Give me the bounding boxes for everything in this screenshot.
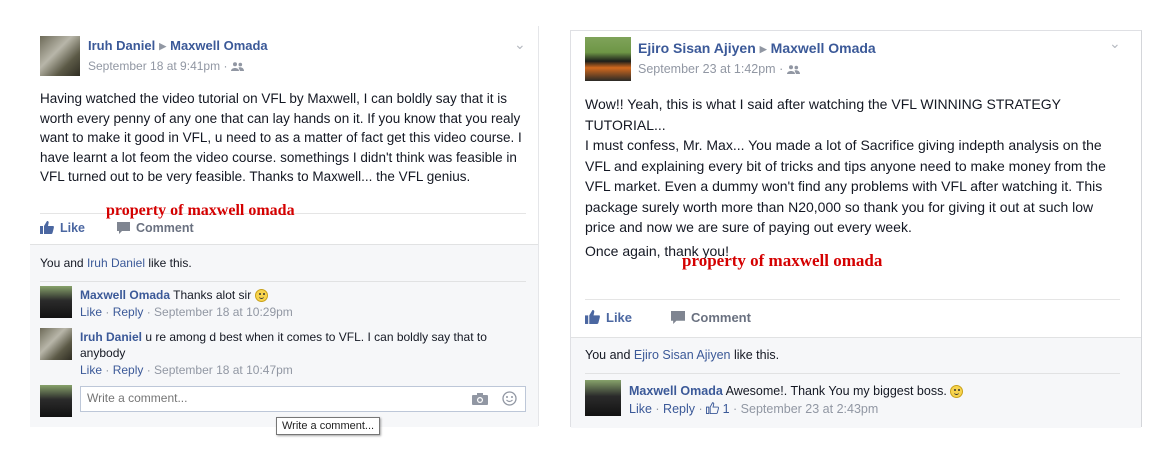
author-avatar[interactable] [40, 36, 80, 76]
divider [40, 281, 526, 282]
arrow-right-icon: ▶ [759, 44, 767, 54]
comment-body: Awesome!. Thank You my biggest boss. [725, 384, 947, 398]
dot-separator: · [223, 59, 231, 73]
comment-text: Iruh Daniel u re among d best when it co… [80, 329, 520, 361]
camera-icon[interactable] [472, 392, 488, 405]
post-body-paragraph: Wow!! Yeah, this is what I said after wa… [585, 96, 1061, 133]
friends-audience-icon[interactable] [230, 62, 244, 71]
likes-suffix: like this. [730, 348, 780, 362]
comment-author-link[interactable]: Maxwell Omada [629, 384, 723, 398]
author-name-link[interactable]: Iruh Daniel [88, 38, 155, 53]
comment-actions: Like · Reply · September 18 at 10:29pm [80, 305, 293, 319]
author-avatar[interactable] [585, 37, 631, 81]
comment-like-link[interactable]: Like [629, 402, 652, 416]
chevron-down-icon[interactable]: ⌄ [514, 36, 526, 53]
comment-like-count[interactable]: 1 [706, 402, 730, 416]
comment-text: Maxwell Omada Awesome!. Thank You my big… [629, 383, 1109, 399]
watermark: property of maxwell omada [106, 202, 295, 219]
likes-prefix: You and [40, 256, 87, 270]
comment-timestamp[interactable]: September 18 at 10:29pm [154, 305, 293, 319]
post-body: Having watched the video tutorial on VFL… [40, 91, 522, 185]
likes-summary: You and Ejiro Sisan Ajiyen like this. [585, 348, 779, 362]
post-card-left: Iruh Daniel ▶ Maxwell Omada September 18 a… [30, 26, 539, 435]
my-avatar [40, 385, 72, 417]
post-body: Wow!! Yeah, this is what I said after wa… [585, 94, 1120, 261]
comment-body: u re among d best when it comes to VFL. … [80, 330, 487, 360]
divider [585, 373, 1120, 374]
like-label: Like [60, 221, 86, 235]
post-card-right: Ejiro Sisan Ajiyen ▶ Maxwell Omada Septemb… [570, 30, 1142, 428]
thumbs-up-outline-icon [706, 402, 720, 414]
likes-suffix: like this. [144, 256, 192, 270]
commenter-avatar[interactable] [585, 380, 621, 416]
comment-reply-link[interactable]: Reply [113, 305, 144, 319]
thumbs-up-icon [585, 310, 600, 324]
liker-name-link[interactable]: Ejiro Sisan Ajiyen [634, 348, 731, 362]
post-header: Ejiro Sisan Ajiyen ▶ Maxwell Omada [638, 40, 876, 56]
comment-input-box [80, 386, 526, 412]
friends-audience-icon[interactable] [786, 65, 800, 74]
recipient-name-link[interactable]: Maxwell Omada [771, 40, 876, 56]
emoji-smiley-icon[interactable] [502, 391, 517, 406]
likes-prefix: You and [585, 348, 634, 362]
like-button[interactable]: Like [585, 310, 632, 325]
comment-reply-link[interactable]: Reply [663, 402, 695, 416]
comment-reply-link[interactable]: Reply [113, 363, 144, 377]
like-button[interactable]: Like [40, 221, 85, 235]
post-header: Iruh Daniel ▶ Maxwell Omada [88, 38, 268, 53]
comment-body: Thanks alot sir [173, 288, 252, 302]
comment-button[interactable]: Comment [117, 221, 194, 235]
comment-label: Comment [136, 221, 194, 235]
commenter-avatar[interactable] [40, 286, 72, 318]
post-timestamp[interactable]: September 18 at 9:41pm [88, 59, 220, 73]
chevron-down-icon[interactable]: ⌄ [1109, 35, 1121, 52]
comment-like-link[interactable]: Like [80, 305, 102, 319]
post-timestamp[interactable]: September 23 at 1:42pm [638, 62, 776, 76]
author-name-link[interactable]: Ejiro Sisan Ajiyen [638, 40, 756, 56]
post-meta: September 23 at 1:42pm · [638, 62, 800, 76]
comments-section: You and Ejiro Sisan Ajiyen like this. Ma… [571, 337, 1141, 428]
thumbs-up-icon [40, 221, 54, 234]
smile-emoji-icon [950, 385, 964, 398]
comment-button[interactable]: Comment [671, 310, 751, 325]
tooltip: Write a comment... [276, 417, 381, 435]
comment-label: Comment [691, 310, 751, 325]
post-meta: September 18 at 9:41pm · [88, 59, 244, 73]
comment-timestamp[interactable]: September 18 at 10:47pm [154, 363, 293, 377]
comments-section: You and Iruh Daniel like this. Maxwell O… [30, 244, 538, 435]
comment-actions: Like · Reply · 1 · September 23 at 2:43p… [629, 402, 879, 416]
comment-actions: Like · Reply · September 18 at 10:47pm [80, 363, 293, 377]
comment-timestamp[interactable]: September 23 at 2:43pm [741, 402, 879, 416]
recipient-name-link[interactable]: Maxwell Omada [170, 38, 268, 53]
divider [585, 299, 1120, 300]
dot-separator: · [779, 62, 787, 76]
liker-name-link[interactable]: Iruh Daniel [87, 256, 145, 270]
watermark: property of maxwell omada [682, 251, 883, 270]
post-body-paragraph: I must confess, Mr. Max... You made a lo… [585, 137, 1106, 235]
like-label: Like [606, 310, 633, 325]
comment-bubble-icon [671, 311, 685, 324]
like-count: 1 [722, 402, 730, 416]
comment-like-link[interactable]: Like [80, 363, 102, 377]
likes-summary: You and Iruh Daniel like this. [40, 256, 192, 270]
arrow-right-icon: ▶ [159, 41, 167, 51]
comment-text: Maxwell Omada Thanks alot sir [80, 287, 520, 303]
comment-author-link[interactable]: Iruh Daniel [80, 330, 142, 344]
comment-author-link[interactable]: Maxwell Omada [80, 288, 170, 302]
comment-bubble-icon [117, 222, 130, 234]
smile-emoji-icon [254, 289, 268, 302]
comment-input[interactable] [81, 387, 453, 409]
commenter-avatar[interactable] [40, 328, 72, 360]
